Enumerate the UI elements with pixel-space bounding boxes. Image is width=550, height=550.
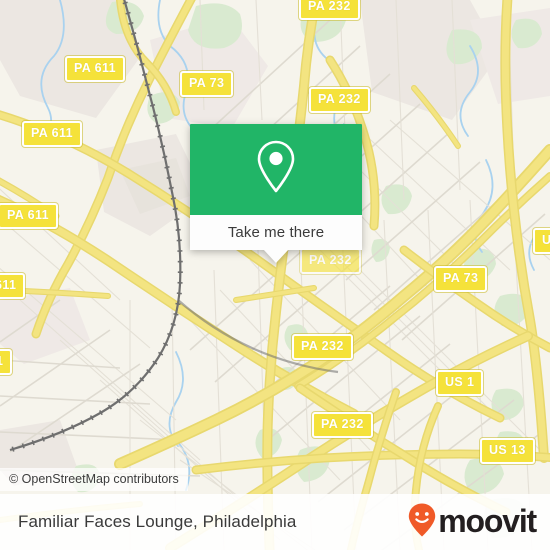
place-name: Familiar Faces Lounge, Philadelphia (18, 512, 297, 531)
road-shield: PA 232 (292, 334, 353, 360)
moovit-smiley-pin-icon (407, 502, 437, 543)
map-pin-icon (253, 138, 299, 201)
road-shield: PA 232 (300, 248, 361, 274)
road-shield: 611 (0, 273, 26, 299)
road-shield: PA 611 (22, 121, 83, 147)
bottom-info-bar: Familiar Faces Lounge, Philadelphia moov… (0, 494, 550, 550)
road-shield: US 1 (436, 370, 484, 396)
callout-pin-panel (190, 124, 362, 215)
callout-tail (263, 249, 289, 263)
osm-attribution[interactable]: © OpenStreetMap contributors (0, 468, 188, 491)
moovit-logo[interactable]: moovit (407, 502, 537, 543)
road-shield: PA 73 (434, 266, 488, 292)
take-me-there-button[interactable]: Take me there (190, 215, 362, 263)
road-shield: 1 (0, 349, 13, 375)
moovit-wordmark: moovit (438, 503, 537, 539)
road-shield: PA 232 (299, 0, 360, 20)
road-shield: PA 232 (312, 412, 373, 438)
road-shield: US 1 (533, 228, 550, 254)
take-me-there-label: Take me there (227, 224, 325, 241)
road-shield: PA 611 (0, 203, 59, 229)
road-shield: PA 232 (309, 87, 370, 113)
road-shield: US 13 (480, 438, 535, 464)
road-shield: PA 611 (65, 56, 126, 82)
road-shield: PA 73 (180, 71, 234, 97)
location-callout-card[interactable]: Take me there (190, 124, 362, 263)
map-screenshot: .rd { stroke:#f3e481; fill:none; stroke-… (0, 0, 550, 550)
